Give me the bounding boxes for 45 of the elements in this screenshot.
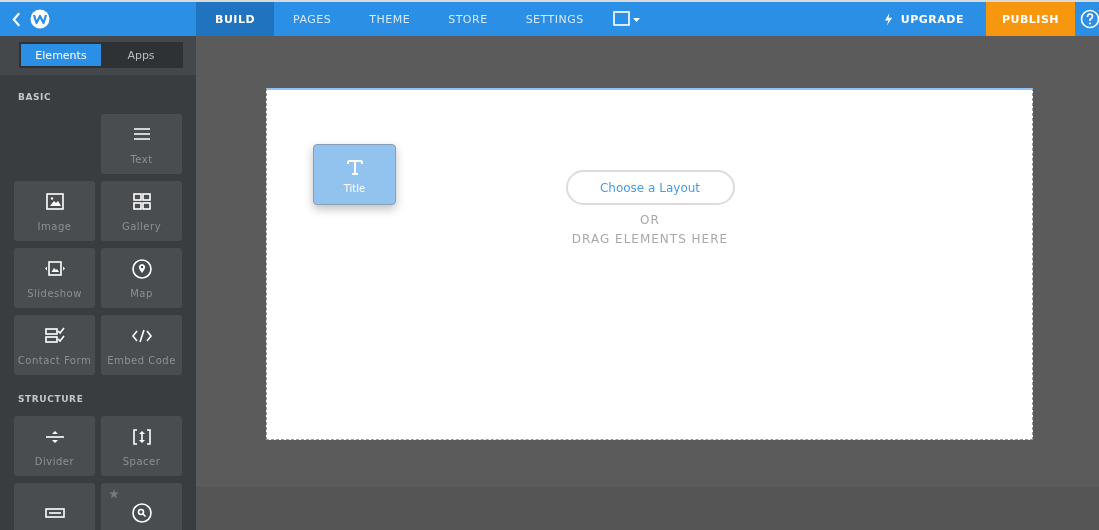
image-icon [43,190,66,213]
nav-tab[interactable]: THEME [350,2,430,36]
element-tile[interactable]: Text [101,114,182,174]
tile-label: Image [37,220,72,232]
tile-label: Divider [34,455,75,467]
tile-label: Title [343,182,366,194]
upgrade-button[interactable]: UPGRADE [861,2,986,36]
element-tile[interactable]: Embed Code [101,315,182,375]
element-tile[interactable]: Contact Form [14,315,95,375]
tile-label: Slideshow [27,287,82,299]
tile-label: Embed Code [107,354,176,366]
element-tile[interactable]: Slideshow [14,248,95,308]
search-icon [130,502,153,524]
lightning-icon [883,12,893,26]
tile-label: Gallery [121,220,162,232]
section-heading: STRUCTURE [17,393,85,406]
element-tile[interactable] [14,483,95,530]
dragged-element[interactable]: Title [313,144,396,205]
element-tile[interactable]: Image [14,181,95,241]
back-icon[interactable] [12,11,21,27]
or-text: OR [640,213,660,227]
tile-label: Contact Form [17,354,92,366]
tile-label: Map [130,287,153,299]
tile-label: Spacer [122,455,161,467]
section-heading: BASIC [17,91,53,104]
drop-hint: DRAG ELEMENTS HERE [571,232,729,246]
map-pin-icon [130,257,153,280]
help-icon[interactable] [1080,9,1099,29]
tile-label: Text [130,153,153,165]
nav-tab[interactable]: PAGES [274,2,351,36]
grid-icon [130,190,153,213]
choose-layout-button[interactable]: Choose a Layout [565,170,735,205]
element-tile[interactable] [101,483,182,530]
logo-icon[interactable] [29,9,51,29]
nav-tab[interactable]: BUILD [196,2,275,36]
element-tile[interactable]: Spacer [101,416,182,476]
sidebar-tab[interactable]: Elements [21,44,101,66]
element-tile[interactable]: Divider [14,416,95,476]
nav-tab[interactable]: SETTINGS [506,2,603,36]
nav-tab[interactable]: STORE [429,2,507,36]
publish-button[interactable]: PUBLISH [986,2,1075,36]
sidebar-tab[interactable]: Apps [101,44,181,66]
device-menu-icon[interactable] [612,11,641,27]
element-tile[interactable]: Map [101,248,182,308]
element-tile[interactable]: Gallery [101,181,182,241]
